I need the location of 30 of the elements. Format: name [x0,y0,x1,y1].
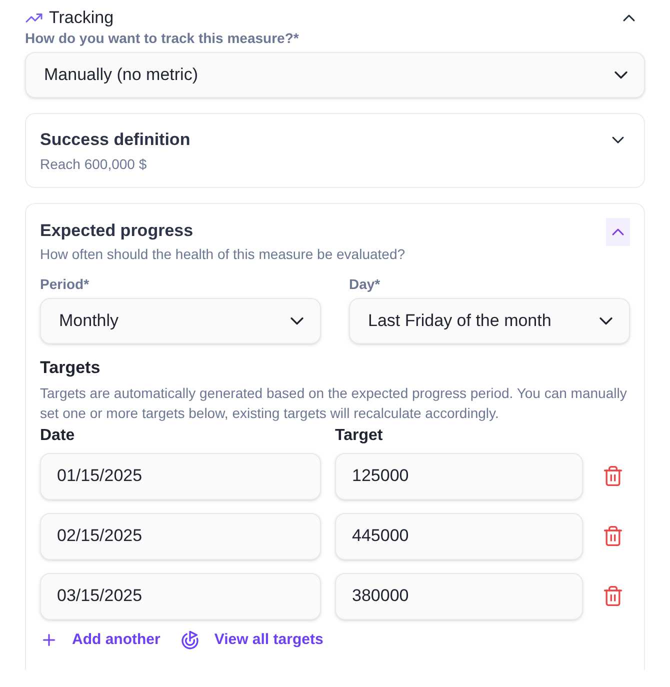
card-summary: Reach 600,000 $ [40,156,148,173]
dropdown-select[interactable]: Last Friday of the month [349,298,630,344]
dropdown-select[interactable]: Monthly [40,298,321,344]
trash-icon [602,525,624,548]
target-field[interactable]: 125000 [335,452,583,500]
target-icon [180,630,200,650]
add-link[interactable]: Add another [40,630,160,649]
tracking-select[interactable]: Manually (no metric) [25,52,645,98]
trash-icon [602,585,624,608]
target-field[interactable]: 380000 [335,572,583,620]
targets-title: Targets [40,358,102,379]
delete-button[interactable] [601,464,625,488]
view-link[interactable]: View all targets [180,630,324,650]
card-title: Expected progress [40,221,194,242]
column-header: Date [40,426,76,445]
date-field[interactable]: 01/15/2025 [40,452,321,500]
card-title: Success definition [40,130,190,150]
delete-button[interactable] [601,524,625,548]
trash-icon [602,465,624,488]
delete-button[interactable] [601,584,625,608]
card-subtitle: How often should the health of this measure be evaluated? [40,246,406,262]
field-label: Day* [349,276,382,294]
targets-description: Targets are automatically generated based on the expected progress period. You can manually set one or more targets below, existing targets will recalculate accordingly. [40,384,628,423]
column-header: Target [335,426,384,445]
field-label: How do you want to track this measure?* [25,30,300,47]
section-title: Tracking [49,8,114,28]
date-field[interactable]: 03/15/2025 [40,572,321,620]
field-label: Period* [40,276,90,294]
date-field[interactable]: 02/15/2025 [40,512,321,560]
target-field[interactable]: 445000 [335,512,583,560]
